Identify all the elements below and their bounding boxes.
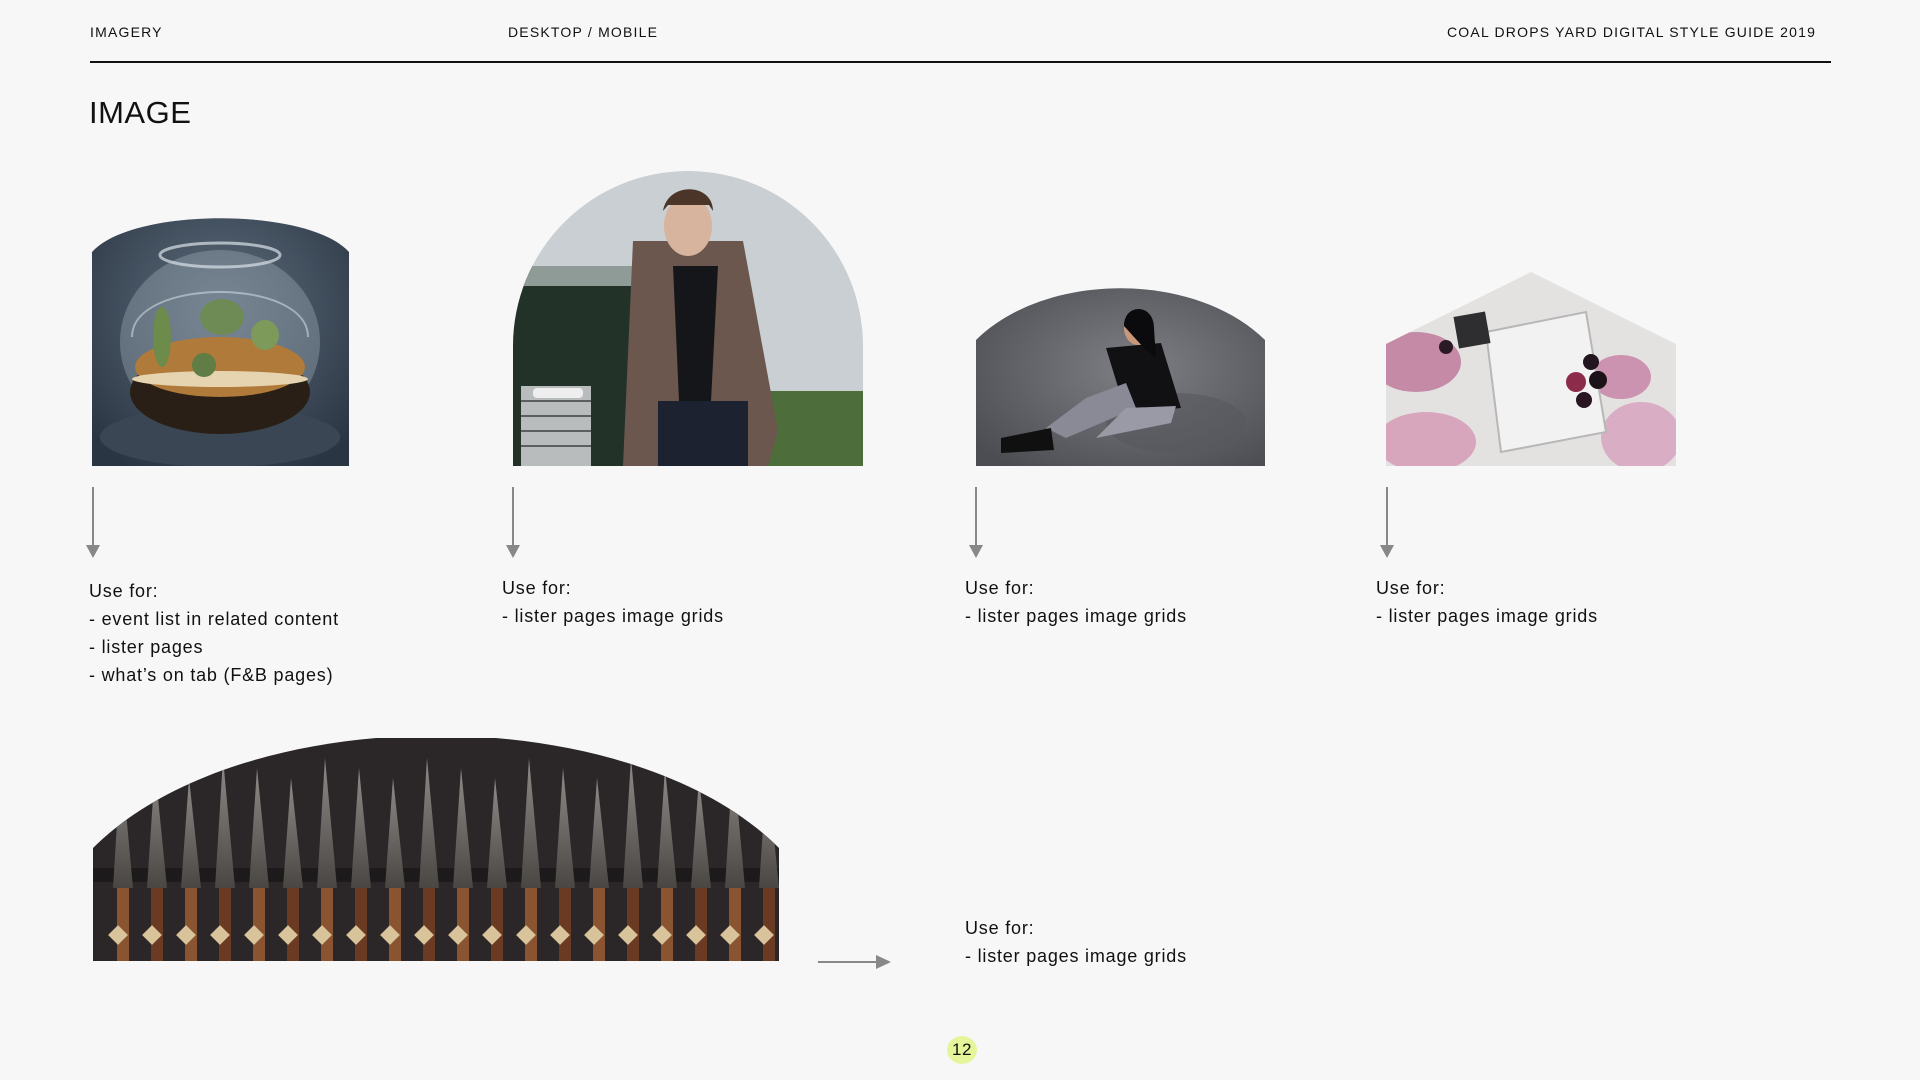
guide-title: COAL DROPS YARD DIGITAL STYLE GUIDE 2019 — [1447, 24, 1817, 40]
down-arrow-icon — [969, 487, 983, 558]
usage-note-man: Use for: - lister pages image grids — [502, 574, 724, 630]
usage-note-knives: Use for: - lister pages image grids — [965, 914, 1187, 970]
usage-heading: Use for: — [965, 918, 1035, 938]
usage-line: - lister pages image grids — [502, 606, 724, 626]
page-number: 12 — [947, 1036, 977, 1064]
usage-line: - lister pages image grids — [1376, 606, 1598, 626]
terrarium-image — [92, 207, 349, 466]
knives-image — [93, 738, 779, 961]
usage-line: - lister pages image grids — [965, 946, 1187, 966]
header-divider — [90, 61, 1831, 63]
woman-sitting-image — [976, 288, 1265, 466]
man-in-coat-image — [513, 171, 863, 466]
usage-line: - event list in related content — [89, 609, 339, 629]
usage-line: - lister pages image grids — [965, 606, 1187, 626]
section-label: IMAGERY — [90, 24, 163, 40]
down-arrow-icon — [506, 487, 520, 558]
page-title: IMAGE — [89, 95, 192, 130]
down-arrow-icon — [1380, 487, 1394, 558]
platform-label: DESKTOP / MOBILE — [508, 24, 659, 40]
usage-heading: Use for: — [89, 581, 159, 601]
usage-heading: Use for: — [965, 578, 1035, 598]
usage-heading: Use for: — [502, 578, 572, 598]
down-arrow-icon — [86, 487, 100, 558]
right-arrow-icon — [818, 955, 891, 969]
usage-line: - lister pages — [89, 637, 204, 657]
usage-line: - what’s on tab (F&B pages) — [89, 665, 334, 685]
usage-note-terrarium: Use for: - event list in related content… — [89, 577, 339, 689]
usage-note-perfume: Use for: - lister pages image grids — [1376, 574, 1598, 630]
usage-heading: Use for: — [1376, 578, 1446, 598]
usage-note-woman: Use for: - lister pages image grids — [965, 574, 1187, 630]
perfume-flowers-image — [1386, 272, 1676, 466]
